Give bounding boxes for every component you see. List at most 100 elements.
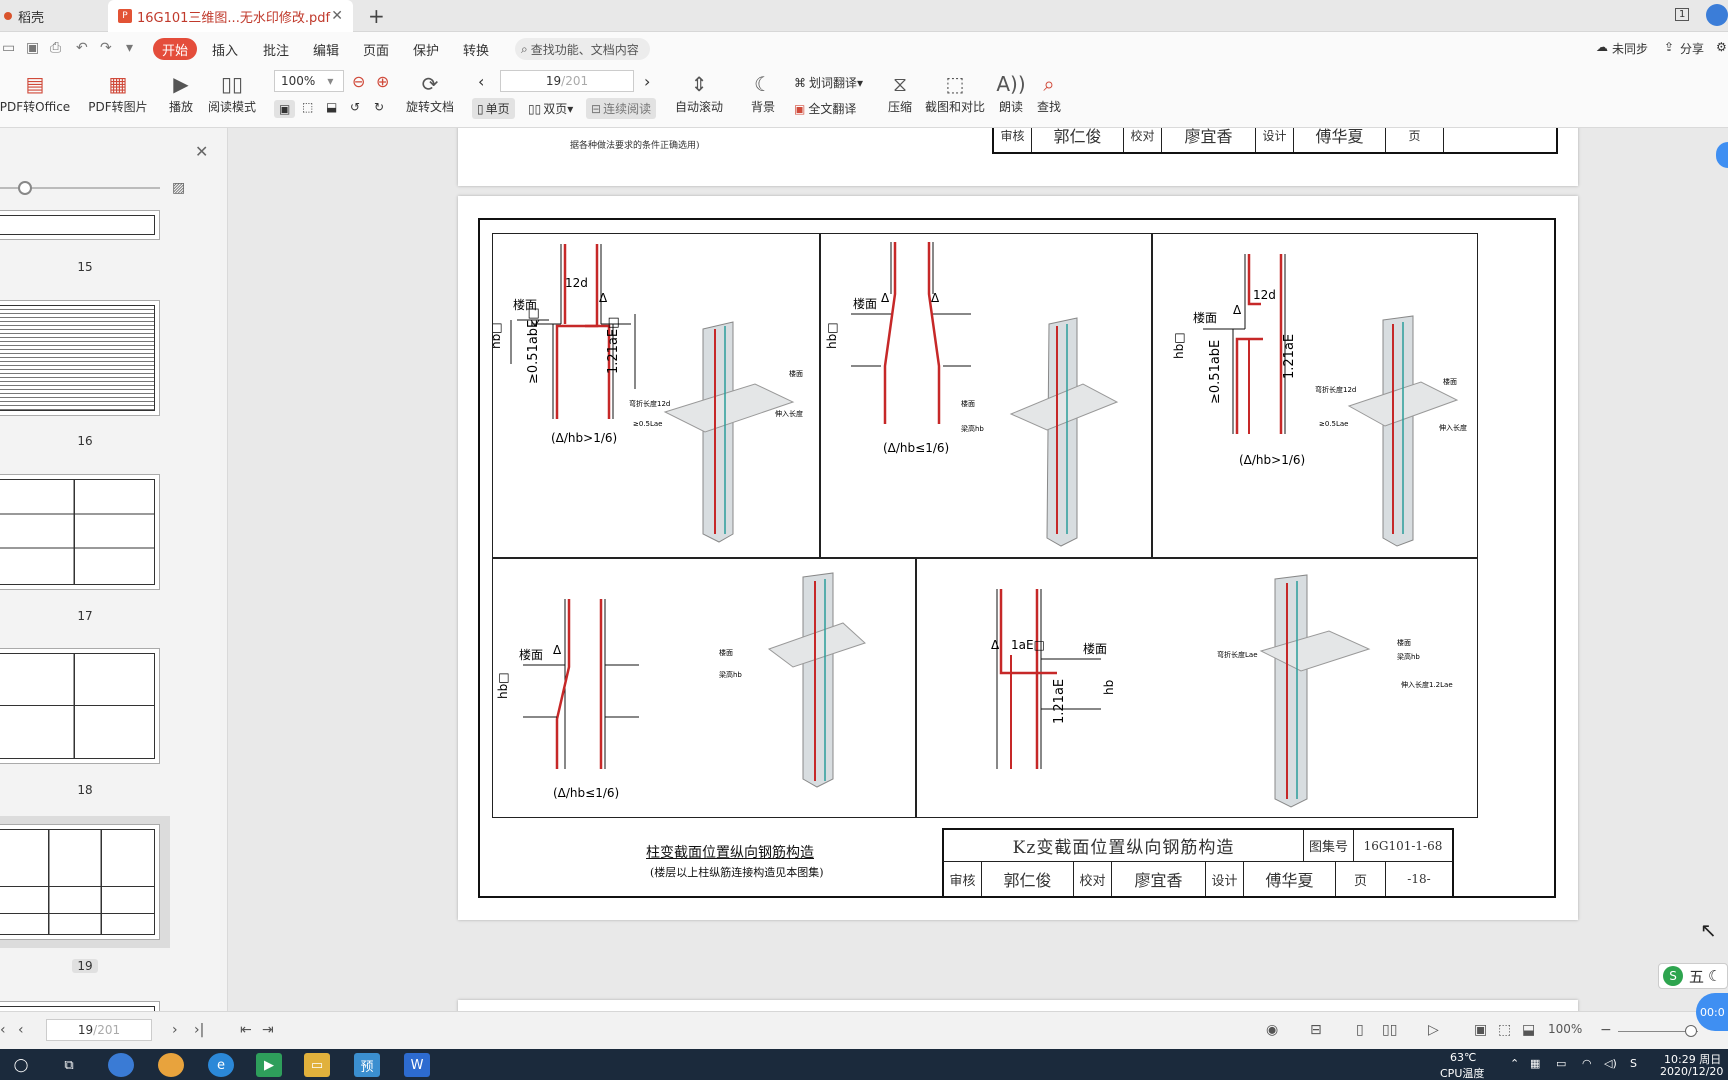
first-page-icon[interactable]: ‹ bbox=[0, 1022, 6, 1038]
zoom-out-icon[interactable]: ⊖ bbox=[352, 72, 365, 91]
menu-start[interactable]: 开始 bbox=[153, 38, 198, 60]
double-page-icon[interactable]: ▯▯ bbox=[1382, 1022, 1397, 1038]
auto-scroll-button[interactable]: ⇕ 自动滚动 bbox=[670, 70, 728, 115]
actual-size-icon[interactable]: ▣ bbox=[274, 100, 296, 118]
menu-annotate[interactable]: 批注 bbox=[263, 38, 289, 60]
slider-handle[interactable] bbox=[18, 181, 32, 195]
chrome-icon[interactable] bbox=[158, 1053, 184, 1077]
new-tab-button[interactable]: + bbox=[368, 4, 385, 28]
menu-protect[interactable]: 保护 bbox=[413, 38, 439, 60]
settings-icon[interactable]: ⚙ bbox=[1716, 40, 1727, 54]
read-mode-button[interactable]: ▯▯ 阅读模式 bbox=[206, 70, 258, 115]
thumbnail-page-20[interactable] bbox=[0, 1001, 160, 1011]
pdf-to-image-button[interactable]: ▦ PDF转图片 bbox=[86, 70, 150, 115]
sync-status[interactable]: 未同步 bbox=[1612, 40, 1648, 57]
read-aloud-button[interactable]: A)) 朗读 bbox=[996, 70, 1025, 115]
ime-mode: 五 bbox=[1689, 967, 1705, 986]
undo-icon[interactable]: ↶ bbox=[76, 40, 88, 56]
word-translate-button[interactable]: ⌘ 划词翻译 ▾ bbox=[794, 74, 863, 91]
next-page-icon[interactable]: › bbox=[172, 1022, 178, 1038]
pdf-to-office-button[interactable]: ▤ PDF转Office bbox=[0, 70, 74, 115]
open-folder-icon[interactable]: ▭ bbox=[2, 40, 15, 56]
edge-icon[interactable]: e bbox=[208, 1053, 234, 1077]
zoom-slider-handle[interactable] bbox=[1685, 1025, 1697, 1037]
thumbnail-page-16[interactable] bbox=[0, 300, 160, 416]
insert-note: 伸入长度 bbox=[775, 409, 803, 418]
window-count-badge[interactable]: 1 bbox=[1675, 8, 1690, 21]
thumbnail-page-17[interactable] bbox=[0, 474, 160, 590]
last-page-icon[interactable]: ›| bbox=[194, 1022, 204, 1038]
back-icon[interactable]: ⇤ bbox=[240, 1022, 252, 1038]
continuous-read-button[interactable]: ⊟ 连续阅读 bbox=[586, 98, 657, 119]
menu-convert[interactable]: 转换 bbox=[463, 38, 489, 60]
page-number-input[interactable]: 19 /201 bbox=[500, 70, 634, 92]
thumbnail-page-18[interactable] bbox=[0, 648, 160, 764]
double-page-button[interactable]: ▯▯ 双页 ▾ bbox=[528, 100, 573, 117]
app-icon-browser[interactable] bbox=[108, 1053, 134, 1077]
close-tab-icon[interactable]: ✕ bbox=[331, 8, 343, 24]
next-page-icon[interactable]: › bbox=[644, 72, 650, 91]
floor-label: 楼面 bbox=[519, 647, 543, 662]
forward-icon[interactable]: ⇥ bbox=[262, 1022, 274, 1038]
start-icon[interactable]: ◯ bbox=[8, 1053, 34, 1077]
save-icon[interactable]: ▣ bbox=[26, 40, 39, 56]
close-icon[interactable]: ✕ bbox=[195, 142, 208, 161]
user-avatar[interactable] bbox=[1706, 4, 1728, 26]
fit-width-icon[interactable]: ⬓ bbox=[326, 100, 337, 114]
zoom-out-icon[interactable]: − bbox=[1600, 1022, 1612, 1038]
feature-search-box[interactable]: ⌕ 查找功能、文档内容 bbox=[515, 38, 650, 60]
rotate-document-button[interactable]: ⟳ 旋转文档 bbox=[404, 70, 456, 115]
thumbnail-page-19[interactable] bbox=[0, 824, 160, 940]
clock-date[interactable]: 2020/12/20 bbox=[1660, 1065, 1723, 1078]
single-page-button[interactable]: ▯ 单页 bbox=[472, 98, 515, 119]
folder-icon[interactable]: ▭ bbox=[304, 1053, 330, 1077]
menu-edit[interactable]: 编辑 bbox=[313, 38, 339, 60]
rotate-left-icon[interactable]: ↺ bbox=[350, 100, 360, 114]
fit-width-icon[interactable]: ⬓ bbox=[1522, 1022, 1535, 1038]
compress-button[interactable]: ⧖ 压缩 bbox=[884, 70, 916, 115]
menu-insert[interactable]: 插入 bbox=[212, 38, 238, 60]
floating-timer[interactable]: 00:0 bbox=[1696, 993, 1728, 1031]
player-icon[interactable]: ▶ bbox=[256, 1053, 282, 1077]
status-zoom[interactable]: 100% bbox=[1548, 1022, 1582, 1036]
chevron-up-icon[interactable]: ⌃ bbox=[1510, 1057, 1519, 1070]
background-button[interactable]: ☾ 背景 bbox=[746, 70, 780, 115]
fit-page-icon[interactable]: ⬚ bbox=[1498, 1022, 1511, 1038]
zoom-in-icon[interactable]: ⊕ bbox=[376, 72, 389, 91]
screenshot-compare-button[interactable]: ⬚ 截图和对比 bbox=[924, 70, 986, 115]
prev-page-icon[interactable]: ‹ bbox=[478, 72, 484, 91]
share-button[interactable]: 分享 bbox=[1680, 40, 1704, 57]
rotate-right-icon[interactable]: ↻ bbox=[374, 100, 384, 114]
redo-icon[interactable]: ↷ bbox=[100, 40, 112, 56]
status-page-input[interactable]: 19 /201 bbox=[46, 1019, 152, 1041]
ime-tray-icon[interactable]: S bbox=[1630, 1057, 1637, 1070]
wps-icon[interactable]: W bbox=[404, 1053, 430, 1077]
wifi-icon[interactable]: ◠ bbox=[1582, 1057, 1592, 1070]
quick-access-dropdown-icon[interactable]: ▾ bbox=[126, 40, 133, 56]
volume-icon[interactable]: ◁) bbox=[1604, 1057, 1617, 1070]
preview-app-icon[interactable]: 预 bbox=[354, 1053, 380, 1077]
task-view-icon[interactable]: ⧉ bbox=[56, 1053, 82, 1077]
zoom-select[interactable]: 100% ▾ bbox=[274, 70, 344, 92]
print-icon[interactable]: ⎙ bbox=[50, 40, 61, 56]
tab-document[interactable]: P 16G101三维图...无水印修改.pdf ✕ bbox=[108, 0, 353, 32]
play-button[interactable]: ▶ 播放 bbox=[164, 70, 198, 115]
battery-icon[interactable]: ▭ bbox=[1556, 1057, 1566, 1070]
tray-icon-1[interactable]: ▦ bbox=[1530, 1057, 1540, 1070]
continuous-read-icon[interactable]: ⊟ bbox=[1310, 1022, 1322, 1038]
play-icon[interactable]: ▷ bbox=[1428, 1022, 1439, 1038]
drawing-subcaption: (楼层以上柱纵筋连接构造见本图集) bbox=[650, 866, 824, 879]
thumbnail-page-15[interactable] bbox=[0, 210, 160, 240]
fit-page-icon[interactable]: ⬚ bbox=[302, 100, 313, 114]
menu-page[interactable]: 页面 bbox=[363, 38, 389, 60]
full-translate-button[interactable]: ▣ 全文翻译 bbox=[794, 100, 856, 117]
ime-toolbar[interactable]: S 五 ☾ bbox=[1658, 963, 1728, 989]
find-button[interactable]: ⌕ 查找 bbox=[1035, 70, 1063, 115]
prev-page-icon[interactable]: ‹ bbox=[18, 1022, 24, 1038]
tab-home[interactable]: 稻壳 bbox=[0, 0, 108, 32]
eye-protect-icon[interactable]: ◉ bbox=[1266, 1022, 1278, 1038]
document-viewport[interactable]: 据各种做法要求的条件正确选用) 审核 郭仁俊 校对 廖宜香 设计 傅华夏 页 楼… bbox=[228, 128, 1728, 1011]
single-page-icon[interactable]: ▯ bbox=[1356, 1022, 1364, 1038]
actual-size-icon[interactable]: ▣ bbox=[1474, 1022, 1487, 1038]
image-icon[interactable]: ▨ bbox=[172, 180, 185, 196]
